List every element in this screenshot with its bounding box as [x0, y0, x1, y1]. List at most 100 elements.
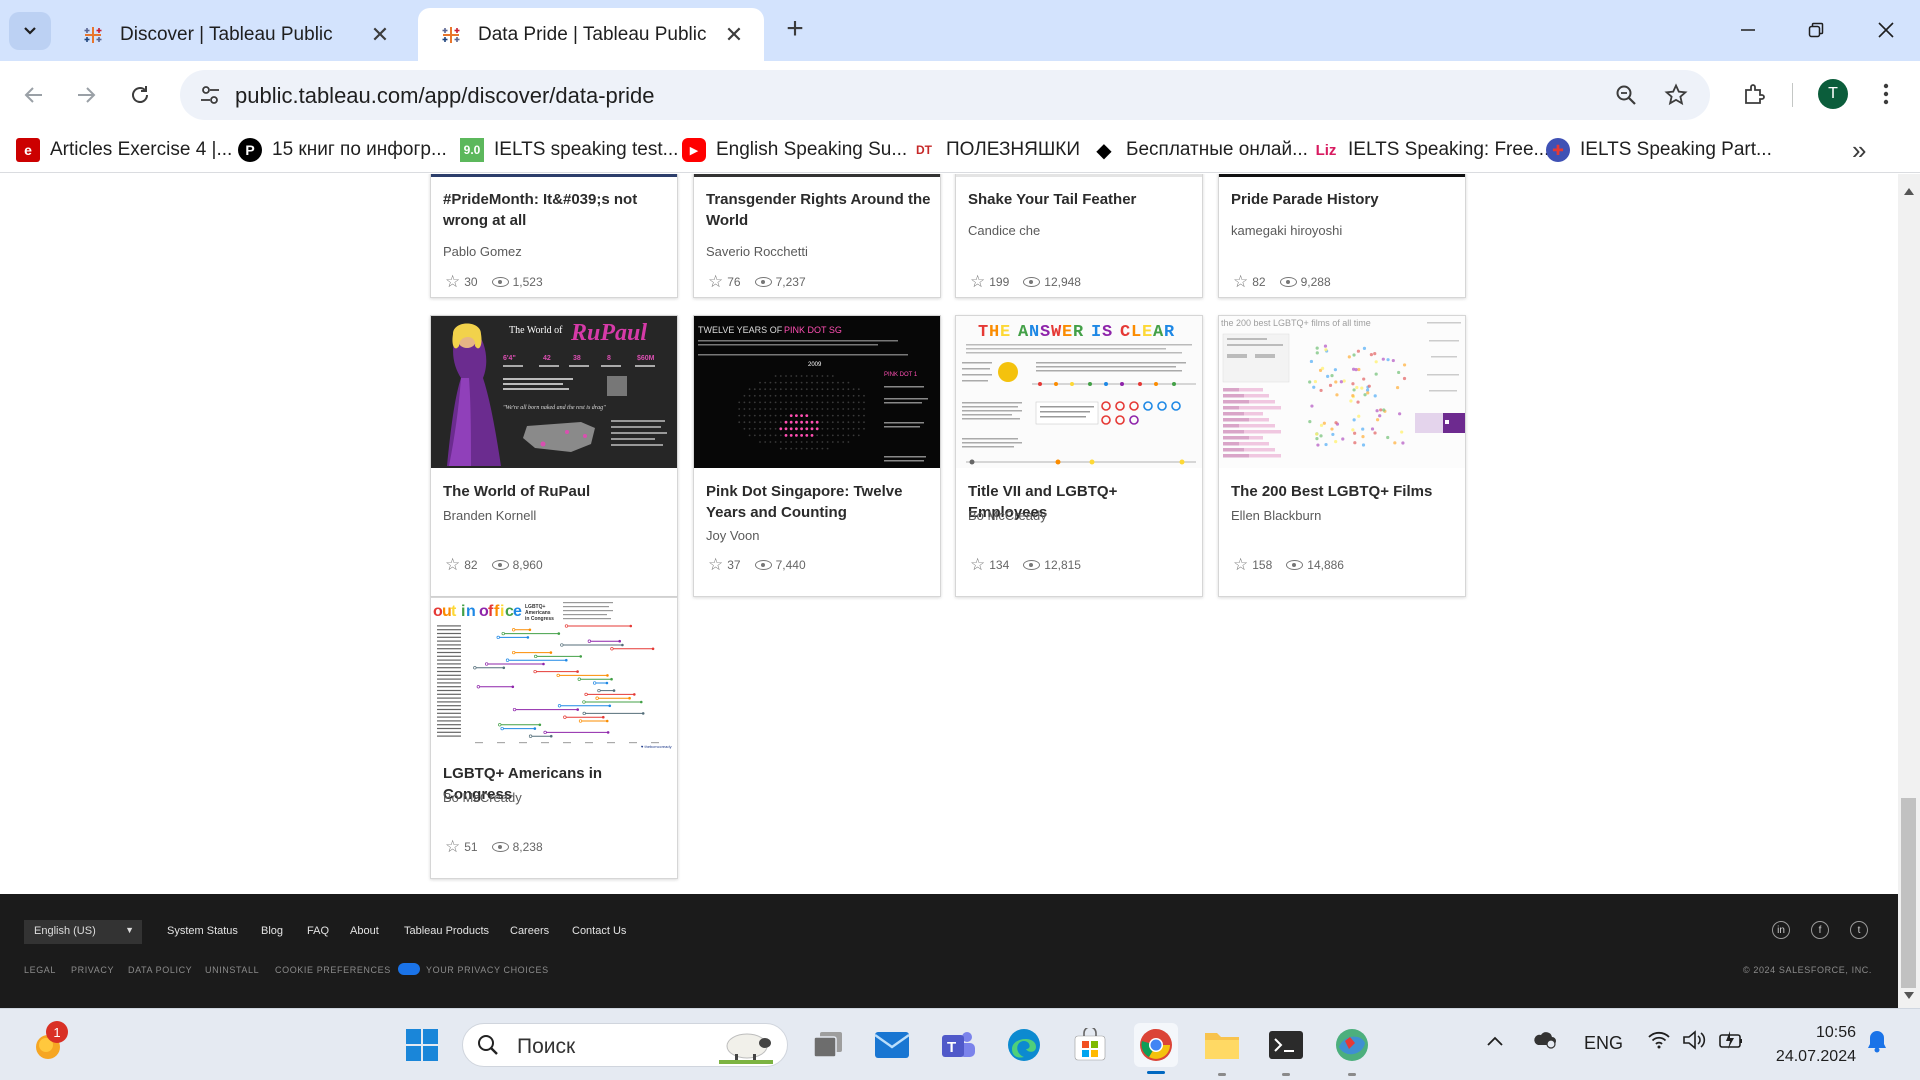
chevron-up-icon[interactable]: [1486, 1031, 1504, 1052]
viz-thumbnail[interactable]: TWELVE YEARS OF PINK DOT SG 2009 PINK DO…: [694, 316, 940, 468]
viz-thumbnail[interactable]: The World of RuPaul 6'4" 42 38 8 $60M "We're…: [431, 316, 677, 468]
chevron-double-right-icon[interactable]: »: [1852, 135, 1866, 166]
viz-thumbnail[interactable]: out in office LGBTQ+ Americans in Congre…: [431, 598, 677, 750]
menu-kebab-icon[interactable]: [1870, 78, 1902, 110]
onedrive-icon[interactable]: [1532, 1029, 1558, 1054]
footer-link-tableau-products[interactable]: Tableau Products: [404, 925, 489, 937]
star-icon[interactable]: ☆: [1233, 272, 1248, 292]
viz-card[interactable]: #PrideMonth: It&#039;s not wrong at all …: [430, 174, 678, 298]
twitter-icon[interactable]: t: [1850, 921, 1868, 939]
bookmark-item[interactable]: ✚ IELTS Speaking Part...: [1546, 136, 1772, 164]
mail-app[interactable]: [870, 1023, 914, 1067]
footer-link-system-status[interactable]: System Status: [167, 925, 238, 937]
start-button[interactable]: [400, 1023, 444, 1067]
viz-author[interactable]: Branden Kornell: [443, 508, 536, 523]
url-text[interactable]: public.tableau.com/app/discover/data-pri…: [235, 83, 654, 109]
system-clock[interactable]: 10:56 24.07.2024: [1776, 1021, 1856, 1069]
viz-title[interactable]: Transgender Rights Around the World: [706, 189, 932, 231]
star-icon[interactable]: ☆: [445, 555, 460, 575]
tab-search-button[interactable]: [9, 12, 51, 50]
viz-card[interactable]: Transgender Rights Around the World Save…: [693, 174, 941, 298]
input-language[interactable]: ENG: [1584, 1033, 1623, 1054]
viz-card[interactable]: out in office LGBTQ+ Americans in Congre…: [430, 597, 678, 879]
close-window-button[interactable]: [1866, 12, 1906, 48]
scroll-thumb[interactable]: [1901, 798, 1916, 988]
footer-link-careers[interactable]: Careers: [510, 925, 549, 937]
viz-author[interactable]: Saverio Rocchetti: [706, 244, 808, 259]
viz-card[interactable]: the 200 best LGBTQ+ films of all time Th…: [1218, 315, 1466, 597]
chrome-app[interactable]: [1134, 1023, 1178, 1067]
viz-title[interactable]: #PrideMonth: It&#039;s not wrong at all: [443, 189, 669, 231]
wifi-icon[interactable]: [1648, 1031, 1670, 1054]
tab-discover[interactable]: Discover | Tableau Public ✕: [60, 8, 410, 61]
scroll-down-icon[interactable]: [1904, 992, 1914, 999]
footer-link-blog[interactable]: Blog: [261, 925, 283, 937]
task-view-button[interactable]: [806, 1023, 850, 1067]
viz-thumbnail[interactable]: the 200 best LGBTQ+ films of all time: [1219, 316, 1465, 468]
minimize-button[interactable]: [1728, 12, 1768, 48]
star-icon[interactable]: ☆: [970, 555, 985, 575]
viz-author[interactable]: Joy Voon: [706, 528, 760, 543]
viz-author[interactable]: Bo McCready: [968, 508, 1047, 523]
teams-app[interactable]: T: [936, 1023, 980, 1067]
viz-author[interactable]: kamegaki hiroyoshi: [1231, 223, 1342, 238]
bookmark-item[interactable]: DT ПОЛЕЗНЯШКИ: [912, 136, 1080, 164]
footer-uninstall-link[interactable]: UNINSTALL: [205, 965, 259, 975]
viz-author[interactable]: Ellen Blackburn: [1231, 508, 1321, 523]
bookmark-item[interactable]: ◆ Бесплатные онлай...: [1092, 136, 1308, 164]
bookmark-star-icon[interactable]: [1662, 81, 1690, 109]
footer-link-about[interactable]: About: [350, 925, 379, 937]
extensions-icon[interactable]: [1738, 78, 1770, 110]
star-icon[interactable]: ☆: [445, 272, 460, 292]
viz-card[interactable]: The World of RuPaul 6'4" 42 38 8 $60M "We're…: [430, 315, 678, 597]
address-bar[interactable]: public.tableau.com/app/discover/data-pri…: [180, 70, 1710, 120]
site-settings-icon[interactable]: [198, 83, 222, 107]
facebook-icon[interactable]: f: [1811, 921, 1829, 939]
page-scrollbar[interactable]: [1898, 174, 1920, 1008]
footer-data-policy-link[interactable]: DATA POLICY: [128, 965, 192, 975]
close-icon[interactable]: ✕: [722, 22, 746, 48]
battery-icon[interactable]: [1718, 1029, 1744, 1056]
tableau-app[interactable]: [1330, 1023, 1374, 1067]
footer-privacy-choices-link[interactable]: YOUR PRIVACY CHOICES: [426, 965, 549, 975]
tab-data-pride[interactable]: Data Pride | Tableau Public ✕: [418, 8, 764, 61]
star-icon[interactable]: ☆: [708, 555, 723, 575]
file-explorer-app[interactable]: [1200, 1023, 1244, 1067]
star-icon[interactable]: ☆: [708, 272, 723, 292]
taskbar-search[interactable]: Поиск: [462, 1023, 788, 1067]
star-icon[interactable]: ☆: [970, 272, 985, 292]
viz-title[interactable]: The 200 Best LGBTQ+ Films: [1231, 481, 1457, 502]
new-tab-button[interactable]: +: [780, 14, 810, 44]
bookmark-item[interactable]: e Articles Exercise 4 |...: [16, 136, 232, 164]
viz-title[interactable]: Pink Dot Singapore: Twelve Years and Cou…: [706, 481, 932, 523]
close-icon[interactable]: ✕: [368, 22, 392, 48]
viz-author[interactable]: Bo McCready: [443, 790, 522, 805]
viz-title[interactable]: The World of RuPaul: [443, 481, 669, 502]
footer-link-contact-us[interactable]: Contact Us: [572, 925, 626, 937]
viz-author[interactable]: Candice che: [968, 223, 1040, 238]
footer-cookie-preferences-link[interactable]: COOKIE PREFERENCES: [275, 965, 391, 975]
bookmark-item[interactable]: Liz IELTS Speaking: Free...: [1314, 136, 1550, 164]
back-button[interactable]: [16, 77, 52, 113]
footer-legal-link[interactable]: LEGAL: [24, 965, 56, 975]
notification-bell-icon[interactable]: [1866, 1029, 1888, 1058]
viz-title[interactable]: Pride Parade History: [1231, 189, 1457, 210]
viz-thumbnail[interactable]: THE ANSWER IS CLEAR: [956, 316, 1202, 468]
viz-author[interactable]: Pablo Gomez: [443, 244, 522, 259]
zoom-icon[interactable]: [1612, 81, 1640, 109]
bookmark-item[interactable]: ▶ English Speaking Su...: [682, 136, 907, 164]
forward-button[interactable]: [68, 77, 104, 113]
bookmark-item[interactable]: 9.0 IELTS speaking test...: [460, 136, 678, 164]
star-icon[interactable]: ☆: [445, 837, 460, 857]
viz-card[interactable]: Shake Your Tail Feather Candice che ☆ 19…: [955, 174, 1203, 298]
volume-icon[interactable]: [1682, 1029, 1706, 1056]
star-icon[interactable]: ☆: [1233, 555, 1248, 575]
profile-avatar[interactable]: T: [1818, 79, 1848, 109]
reload-button[interactable]: [122, 77, 158, 113]
language-select[interactable]: English (US) ▼: [24, 920, 142, 944]
bookmark-item[interactable]: P 15 книг по инфогр...: [238, 136, 447, 164]
viz-card[interactable]: THE ANSWER IS CLEAR Title VII and LGBTQ+…: [955, 315, 1203, 597]
footer-privacy-link[interactable]: PRIVACY: [71, 965, 114, 975]
viz-card[interactable]: TWELVE YEARS OF PINK DOT SG 2009 PINK DO…: [693, 315, 941, 597]
viz-card[interactable]: Pride Parade History kamegaki hiroyoshi …: [1218, 174, 1466, 298]
